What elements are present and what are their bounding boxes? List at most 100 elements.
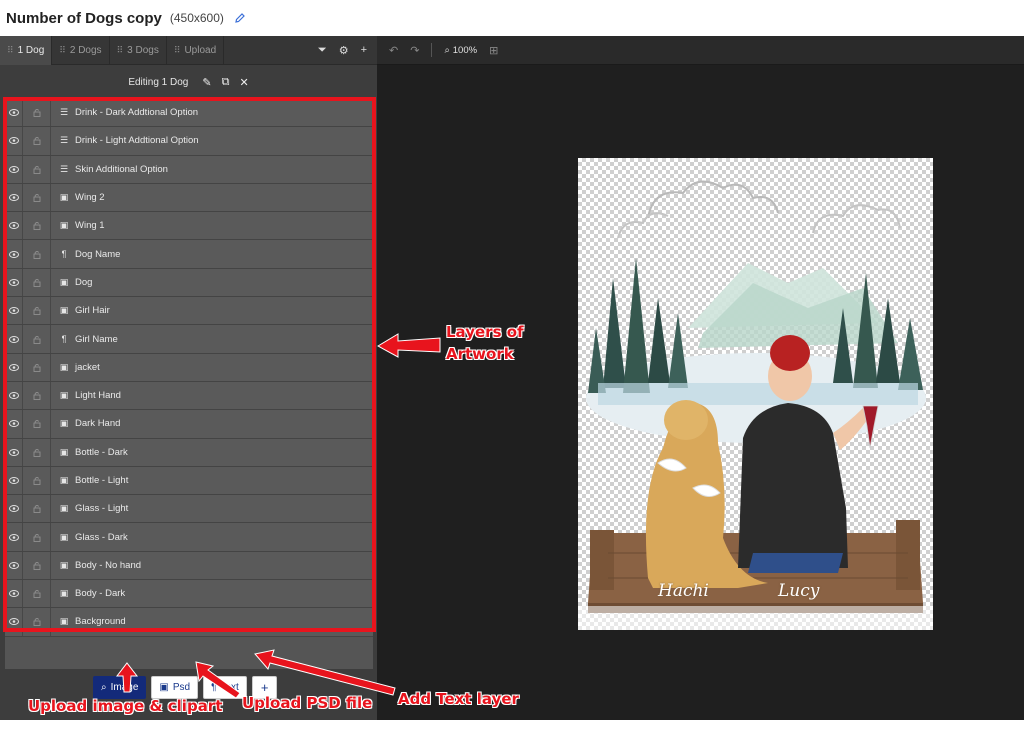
chevron-down-icon[interactable]: ⏷ — [318, 44, 327, 57]
girl-name-text: Lucy — [778, 581, 820, 601]
lock-icon[interactable] — [23, 212, 51, 240]
add-text-button[interactable]: ¶ Text — [203, 676, 247, 699]
lock-icon[interactable] — [23, 580, 51, 608]
eye-icon[interactable] — [5, 297, 23, 325]
drag-handle-icon[interactable]: ⠿ — [174, 45, 181, 56]
gear-icon[interactable]: ⚙ — [339, 44, 349, 57]
add-text-label: Text — [220, 682, 239, 693]
layer-row[interactable]: ☰ Drink - Dark Addtional Option — [5, 99, 373, 128]
pencil-icon[interactable] — [234, 12, 246, 24]
tab-3-dogs[interactable]: ⠿ 3 Dogs — [110, 35, 167, 65]
lock-icon[interactable] — [23, 353, 51, 381]
grid-icon[interactable]: ⊞ — [489, 44, 498, 57]
undo-icon[interactable]: ↶ — [389, 44, 398, 57]
lock-icon[interactable] — [23, 495, 51, 523]
lock-icon[interactable] — [23, 99, 51, 127]
image-icon: ▣ — [59, 390, 69, 401]
layer-row[interactable]: ▣ Girl Hair — [5, 297, 373, 326]
artwork-canvas[interactable]: Hachi Lucy — [578, 158, 933, 630]
add-image-label: Image — [110, 682, 139, 693]
eye-icon[interactable] — [5, 127, 23, 155]
eye-icon[interactable] — [5, 183, 23, 212]
duplicate-icon[interactable]: ⧉ — [222, 76, 230, 89]
eye-icon[interactable] — [5, 212, 23, 240]
eye-icon[interactable] — [5, 325, 23, 353]
close-icon[interactable]: ✕ — [239, 76, 248, 89]
lock-icon[interactable] — [23, 551, 51, 580]
layers-panel: ⠿ 1 Dog ⠿ 2 Dogs ⠿ 3 Dogs ⠿ Upload ⏷ ⚙ + Edi… — [0, 35, 377, 720]
image-icon: ▣ — [59, 305, 69, 316]
eye-icon[interactable] — [5, 381, 23, 410]
lock-icon[interactable] — [23, 466, 51, 495]
lock-icon[interactable] — [23, 268, 51, 297]
lock-icon[interactable] — [23, 381, 51, 410]
eye-icon[interactable] — [5, 240, 23, 268]
eye-icon[interactable] — [5, 353, 23, 381]
search-icon: ⌕ — [101, 682, 107, 693]
layer-row[interactable]: ▣ Body - No hand — [5, 551, 373, 581]
eye-icon[interactable] — [5, 608, 23, 636]
layer-name: Dog — [75, 276, 93, 288]
layer-row[interactable]: ▣ Dark Hand — [5, 410, 373, 439]
lock-icon[interactable] — [23, 155, 51, 183]
layer-row[interactable]: ▣ Light Hand — [5, 381, 373, 411]
lock-icon[interactable] — [23, 127, 51, 155]
layer-row[interactable]: ¶ Girl Name — [5, 325, 373, 354]
eye-icon[interactable] — [5, 99, 23, 127]
layer-row[interactable]: ▣ Body - Dark — [5, 580, 373, 609]
drag-handle-icon[interactable]: ⠿ — [59, 45, 66, 56]
lock-icon[interactable] — [23, 438, 51, 466]
layer-row[interactable]: ☰ Drink - Light Addtional Option — [5, 127, 373, 156]
image-icon: ▣ — [59, 475, 69, 485]
layer-row[interactable]: ¶ Dog Name — [5, 240, 373, 269]
rename-pencil-icon[interactable]: ✎ — [202, 76, 211, 89]
text-icon: ¶ — [61, 334, 67, 345]
annotation-add-text: Add Text layer — [398, 690, 519, 708]
image-icon: ▣ — [59, 559, 69, 570]
lock-icon[interactable] — [23, 240, 51, 268]
eye-icon[interactable] — [5, 155, 23, 183]
eye-icon[interactable] — [5, 495, 23, 523]
eye-icon[interactable] — [5, 410, 23, 438]
eye-icon[interactable] — [5, 268, 23, 297]
tab-upload[interactable]: ⠿ Upload — [167, 35, 225, 65]
layer-row[interactable]: ▣ Bottle - Dark — [5, 438, 373, 467]
editing-bar: Editing 1 Dog ✎ ⧉ ✕ — [0, 66, 377, 98]
eye-icon[interactable] — [5, 580, 23, 608]
redo-icon[interactable]: ↷ — [410, 44, 419, 57]
layer-row[interactable]: ▣ Bottle - Light — [5, 466, 373, 496]
lock-icon[interactable] — [23, 608, 51, 636]
eye-icon[interactable] — [5, 551, 23, 580]
eye-icon[interactable] — [5, 523, 23, 551]
zoom-control[interactable]: ⌕ 100% — [444, 45, 477, 56]
layer-row[interactable]: ▣ Background — [5, 608, 373, 637]
annotation-upload-psd: Upload PSD file — [242, 694, 373, 712]
drag-handle-icon[interactable]: ⠿ — [117, 45, 124, 56]
tab-2-dogs[interactable]: ⠿ 2 Dogs — [52, 35, 110, 65]
eye-icon[interactable] — [5, 438, 23, 466]
layer-row[interactable]: ☰ Skin Additional Option — [5, 155, 373, 184]
add-image-button[interactable]: ⌕ Image — [93, 676, 147, 699]
layer-row[interactable]: ▣ Dog — [5, 268, 373, 298]
add-psd-button[interactable]: ▣ Psd — [151, 676, 199, 699]
layer-row[interactable]: ▣ Glass - Dark — [5, 523, 373, 552]
layer-row[interactable]: ▣ Glass - Light — [5, 495, 373, 524]
layer-name: Light Hand — [75, 390, 121, 402]
eye-icon[interactable] — [5, 466, 23, 495]
lock-icon[interactable] — [23, 410, 51, 438]
lock-icon[interactable] — [23, 325, 51, 353]
layer-row[interactable]: ▣ Wing 1 — [5, 212, 373, 241]
drag-handle-icon[interactable]: ⠿ — [7, 45, 14, 56]
layer-row[interactable]: ▣ Wing 2 — [5, 183, 373, 213]
layer-name: Body - No hand — [75, 559, 142, 571]
add-tab-icon[interactable]: + — [361, 44, 367, 57]
add-psd-label: Psd — [172, 682, 191, 693]
layer-name: jacket — [75, 361, 100, 373]
annotation-upload-image: Upload image & clipart — [28, 697, 223, 715]
tab-1-dog[interactable]: ⠿ 1 Dog — [0, 35, 53, 65]
lock-icon[interactable] — [23, 523, 51, 551]
lock-icon[interactable] — [23, 183, 51, 212]
layer-row[interactable]: ▣ jacket — [5, 353, 373, 382]
lock-icon[interactable] — [23, 297, 51, 325]
tab-label: Upload — [184, 44, 217, 56]
